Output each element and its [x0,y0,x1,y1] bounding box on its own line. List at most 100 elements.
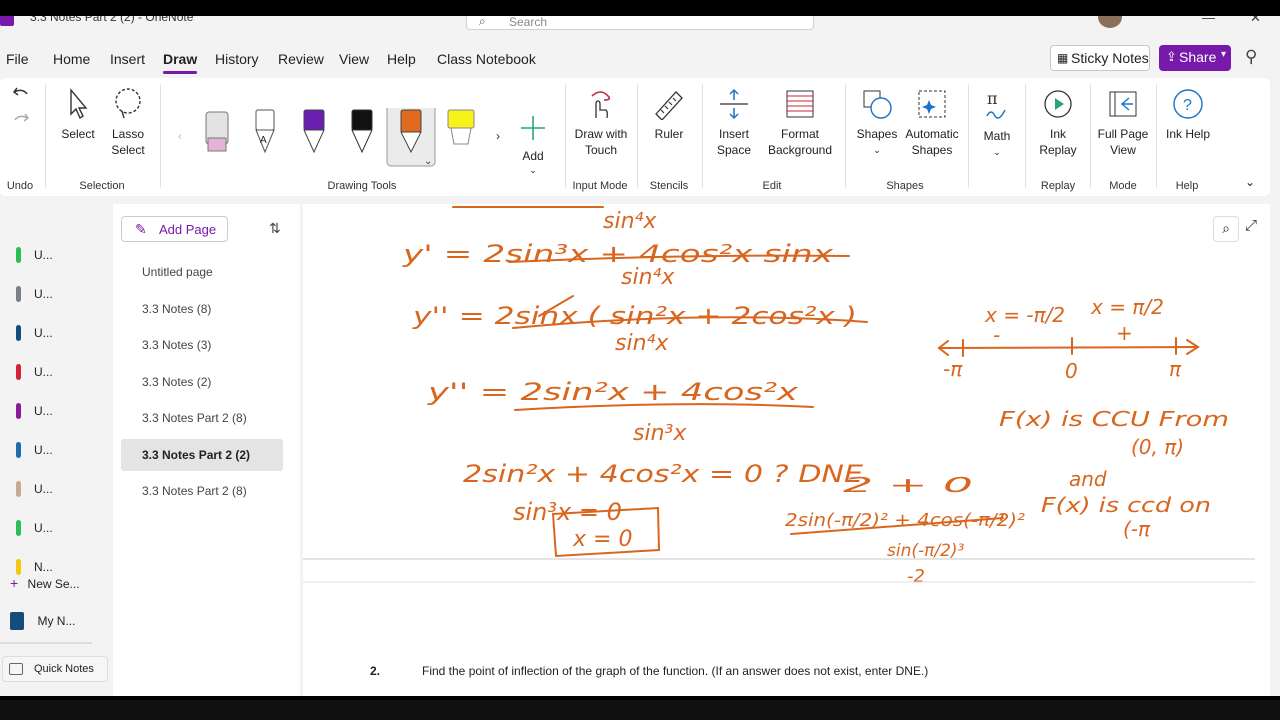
menu-view[interactable]: View [339,51,369,67]
math-button[interactable]: π Math ⌄ [976,88,1018,160]
insert-space-button[interactable]: Insert Space [710,88,758,158]
question-body: Find the point of inflection of the grap… [422,664,929,678]
pen-palette: A ⌄ [205,108,475,167]
page-item[interactable]: 3.3 Notes (2) [121,366,283,398]
ruler-icon [655,91,683,120]
math-label: Math [983,129,1011,143]
section-tab[interactable]: U... [16,285,106,305]
add-pen-button[interactable]: Add ⌄ [516,114,550,178]
ink-text: y'' = 2sin²x + 4cos²x [427,378,800,406]
taskbar [0,700,1280,720]
page-item[interactable]: 3.3 Notes (3) [121,329,283,361]
page-item[interactable]: 3.3 Notes Part 2 (8) [121,402,283,434]
notebook-label: My N... [37,614,76,628]
section-color-marker [16,520,21,536]
close-button[interactable]: ✕ [1250,16,1261,26]
lasso-select-button[interactable]: Lasso Select [106,88,150,158]
ink-replay-button[interactable]: Ink Replay [1032,88,1084,158]
draw-with-touch-button[interactable]: Draw with Touch [570,88,632,158]
person-icon[interactable]: ⚲ [1245,47,1257,67]
ink-replay-icon [1044,90,1072,118]
minimize-button[interactable]: — [1202,16,1215,25]
add-page-icon: ✎ [135,221,147,237]
menu-file[interactable]: File [6,51,29,67]
ink-text: y' = 2sin³x + 4cos²x sinx [402,240,835,268]
pen-black-outline-icon[interactable]: A [255,109,275,154]
section-tab[interactable]: U... [16,246,106,266]
menu-history[interactable]: History [215,51,259,67]
ruler-button[interactable]: Ruler [648,88,690,142]
chevron-down-icon: ▾ [1220,49,1226,60]
menu-draw[interactable]: Draw [163,51,198,74]
pen-purple-icon[interactable] [303,109,325,154]
page-list: ✎ Add Page ⇅ Untitled page 3.3 Notes (8) 3… [113,204,300,696]
section-tab[interactable]: U... [16,480,106,500]
menu-class-notebook[interactable]: Class Notebook [437,51,536,67]
note-canvas[interactable]: sin⁴x y' = 2sin³x + 4cos²x sinx sin⁴x y'… [303,204,1270,696]
group-mode-label: Mode [1109,180,1137,192]
format-background-button[interactable]: Format Background [764,88,836,158]
search-icon[interactable]: ⌕ [1213,216,1239,242]
select-button[interactable]: Select [56,88,100,142]
highlighter-pink-icon[interactable] [205,111,229,152]
search-input[interactable]: ⌕ Search [466,16,814,30]
ribbon-divider [968,84,969,188]
menu-help[interactable]: Help [387,51,416,67]
section-tab[interactable]: U... [16,402,106,422]
ink-help-button[interactable]: ? Ink Help [1164,88,1212,142]
menu-insert[interactable]: Insert [110,51,145,67]
menu-review[interactable]: Review [278,51,324,67]
section-label: U... [34,443,53,457]
chevron-down-icon: ⌄ [873,145,881,155]
search-icon: ⌕ [479,16,486,28]
ink-tick-label: 0 [1065,359,1078,383]
section-tab[interactable]: U... [16,324,106,344]
collapse-ribbon-icon[interactable]: ⌄ [1242,174,1258,190]
pens-scroll-right-button[interactable]: › [490,128,506,144]
chevron-down-icon: ⌄ [993,147,1001,157]
sticky-notes-button[interactable]: ▦ Sticky Notes [1050,45,1150,71]
undo-button[interactable] [10,84,32,108]
section-color-marker [16,286,21,302]
avatar[interactable] [1098,16,1122,28]
pen-orange-selected-icon[interactable]: ⌄ [386,108,436,167]
pens-scroll-left-button[interactable]: ‹ [172,128,188,144]
page-item[interactable]: 3.3 Notes Part 2 (2) [121,438,283,471]
ink-text: y'' = 2sinx ( sin²x + 2cos²x ) [412,302,857,330]
pen-black-icon[interactable] [351,109,373,154]
format-background-label: Format Background [767,127,833,157]
ink-text: 2sin(-π/2)² + 4cos(-π/2)² [785,510,1025,531]
ink-text: sin⁴x [621,265,675,290]
group-replay-label: Replay [1040,180,1076,192]
automatic-shapes-button[interactable]: Automatic Shapes [902,88,962,158]
notebook-switcher[interactable]: My N... [10,612,110,632]
redo-button[interactable] [10,110,32,134]
highlighter-yellow-icon[interactable] [447,109,475,145]
full-page-view-button[interactable]: Full Page View [1096,88,1150,158]
quick-notes-button[interactable]: Quick Notes [2,656,108,682]
page-item[interactable]: Untitled page [121,256,283,288]
ink-text: sin(-π/2)³ [887,541,965,561]
sort-icon[interactable]: ⇅ [269,220,281,237]
ink-sign: - [993,323,1000,347]
section-tab[interactable]: U... [16,363,106,383]
new-section-button[interactable]: + New Se... [10,575,80,591]
ink-tick-label: -π [943,357,963,381]
page-item[interactable]: 3.3 Notes Part 2 (8) [121,475,283,507]
ink-text: F(x) is CCU From [999,407,1229,431]
group-edit-label: Edit [762,180,782,192]
group-input-mode-label: Input Mode [572,180,628,192]
ink-text: sin³x = 0 [513,498,622,526]
select-label: Select [61,127,95,141]
add-page-button[interactable]: ✎ Add Page [121,216,228,242]
page-item[interactable]: 3.3 Notes (8) [121,293,283,325]
shapes-icon [863,90,892,119]
shapes-button[interactable]: Shapes ⌄ [853,88,901,158]
share-button[interactable]: ⇪ Share ▾ [1159,45,1231,71]
section-tab[interactable]: U... [16,441,106,461]
full-page-view-label: Full Page View [1097,127,1149,157]
section-tab[interactable]: U... [16,519,106,539]
expand-icon[interactable]: ⤢ [1245,217,1257,234]
section-label: U... [34,248,53,262]
menu-home[interactable]: Home [53,51,90,67]
